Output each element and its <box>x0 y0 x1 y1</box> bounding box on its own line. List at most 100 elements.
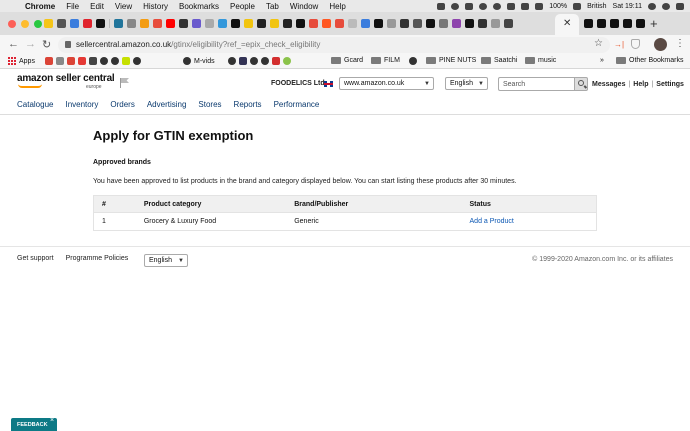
globe-icon[interactable] <box>228 57 236 65</box>
tab-favicon[interactable] <box>140 19 149 28</box>
tab-favicon[interactable] <box>127 19 136 28</box>
bookmark-icon-globe[interactable] <box>409 57 417 65</box>
search-input[interactable]: Search <box>498 77 574 91</box>
seller-central-logo[interactable]: amazon seller central <box>17 73 115 88</box>
bookmark-pine-nuts[interactable]: PINE NUTS <box>426 57 476 64</box>
nav-inventory[interactable]: Inventory <box>65 100 98 109</box>
tab-favicon[interactable] <box>309 19 318 28</box>
menu-view[interactable]: View <box>115 2 132 11</box>
tab-favicon[interactable] <box>83 19 92 28</box>
globe-icon[interactable] <box>100 57 108 65</box>
user-icon[interactable] <box>662 2 670 10</box>
tab-favicon[interactable] <box>192 19 201 28</box>
tab-favicon[interactable] <box>218 19 227 28</box>
bookmarks-overflow[interactable]: » <box>600 57 604 64</box>
menu-file[interactable]: File <box>66 2 79 11</box>
language-select[interactable]: English ▼ <box>445 77 488 90</box>
tab-favicon[interactable] <box>452 19 461 28</box>
globe-icon[interactable] <box>111 57 119 65</box>
tab-favicon[interactable] <box>322 19 331 28</box>
globe-icon[interactable] <box>133 57 141 65</box>
nav-reports[interactable]: Reports <box>234 100 262 109</box>
tab-favicon[interactable] <box>491 19 500 28</box>
tab-favicon[interactable] <box>153 19 162 28</box>
tab-favicon[interactable] <box>426 19 435 28</box>
tab-favicon[interactable] <box>57 19 66 28</box>
reload-icon[interactable]: ↻ <box>42 38 51 51</box>
menu-help[interactable]: Help <box>329 2 345 11</box>
forward-icon[interactable]: → <box>25 38 36 50</box>
tab-favicon[interactable] <box>439 19 448 28</box>
help-link[interactable]: Help <box>633 81 648 88</box>
minimize-window-button[interactable] <box>21 20 29 28</box>
tab-favicon[interactable] <box>244 19 253 28</box>
nav-orders[interactable]: Orders <box>110 100 134 109</box>
maximize-window-button[interactable] <box>34 20 42 28</box>
programme-policies-link[interactable]: Programme Policies <box>66 255 129 262</box>
tab-favicon[interactable] <box>636 19 645 28</box>
nav-advertising[interactable]: Advertising <box>147 100 187 109</box>
bookmark-other[interactable]: Other Bookmarks <box>616 57 683 64</box>
clock[interactable]: Sat 19:11 <box>613 3 642 10</box>
tab-favicon[interactable] <box>179 19 188 28</box>
url-text[interactable]: sellercentral.amazon.co.uk/gtinx/eligibi… <box>76 40 320 49</box>
close-feedback-icon[interactable]: × <box>50 417 54 424</box>
time-machine-icon[interactable] <box>493 2 502 10</box>
messages-link[interactable]: Messages <box>592 81 625 88</box>
globe-icon[interactable] <box>250 57 258 65</box>
bookmark-icon[interactable] <box>89 57 97 65</box>
bookmark-star-icon[interactable]: ☆ <box>594 38 603 49</box>
creative-cloud-icon[interactable] <box>451 2 460 10</box>
bookmark-icon[interactable] <box>239 57 247 65</box>
bluetooth-icon[interactable] <box>507 2 516 10</box>
tab-favicon[interactable] <box>257 19 266 28</box>
bookmark-gcard[interactable]: Gcard <box>331 57 363 64</box>
wifi-icon[interactable] <box>521 2 530 10</box>
tab-favicon[interactable] <box>610 19 619 28</box>
menu-tab[interactable]: Tab <box>266 2 279 11</box>
bookmark-t-icon[interactable] <box>56 57 64 65</box>
tab-favicon[interactable] <box>584 19 593 28</box>
nav-catalogue[interactable]: Catalogue <box>17 100 53 109</box>
close-tab-icon[interactable]: ✕ <box>563 18 571 29</box>
tab-favicon[interactable] <box>231 19 240 28</box>
globe-icon[interactable] <box>261 57 269 65</box>
yandex-icon[interactable] <box>272 57 280 65</box>
tab-favicon[interactable] <box>335 19 344 28</box>
add-product-link[interactable]: Add a Product <box>470 218 596 225</box>
menu-edit[interactable]: Edit <box>90 2 104 11</box>
apple-icon[interactable] <box>9 1 19 11</box>
back-icon[interactable]: ← <box>8 38 19 50</box>
get-support-link[interactable]: Get support <box>17 255 54 262</box>
tab-favicon[interactable] <box>597 19 606 28</box>
tab-favicon[interactable] <box>623 19 632 28</box>
bookmark-music[interactable]: music <box>525 57 556 64</box>
close-window-button[interactable] <box>8 20 16 28</box>
menu-people[interactable]: People <box>230 2 255 11</box>
tab-favicon[interactable] <box>504 19 513 28</box>
spotlight-icon[interactable] <box>648 2 656 10</box>
bookmark-saatchi[interactable]: Saatchi <box>481 57 517 64</box>
active-tab[interactable]: ✕ <box>555 14 579 35</box>
tab-favicon[interactable] <box>70 19 79 28</box>
new-tab-button[interactable]: + <box>650 16 658 31</box>
tab-favicon[interactable] <box>387 19 396 28</box>
tab-favicon[interactable] <box>465 19 474 28</box>
tab-favicon[interactable] <box>296 19 305 28</box>
address-bar[interactable]: sellercentral.amazon.co.uk/gtinx/eligibi… <box>58 37 610 53</box>
settings-link[interactable]: Settings <box>656 81 684 88</box>
tab-favicon[interactable] <box>413 19 422 28</box>
zoho-icon[interactable] <box>78 57 86 65</box>
tab-favicon[interactable] <box>348 19 357 28</box>
marketplace-select[interactable]: www.amazon.co.uk ▼ <box>339 77 434 90</box>
bookmark-film[interactable]: FILM <box>371 57 400 64</box>
profile-avatar[interactable] <box>654 38 667 51</box>
tab-favicon[interactable] <box>166 19 175 28</box>
menu-history[interactable]: History <box>143 2 168 11</box>
tab-favicon[interactable] <box>44 19 53 28</box>
tab-favicon[interactable] <box>400 19 409 28</box>
footer-language-select[interactable]: English ▼ <box>144 254 188 267</box>
chrome-menu-icon[interactable]: ⋮ <box>675 38 685 49</box>
lock-icon[interactable] <box>65 41 71 48</box>
tab-favicon[interactable] <box>114 19 123 28</box>
